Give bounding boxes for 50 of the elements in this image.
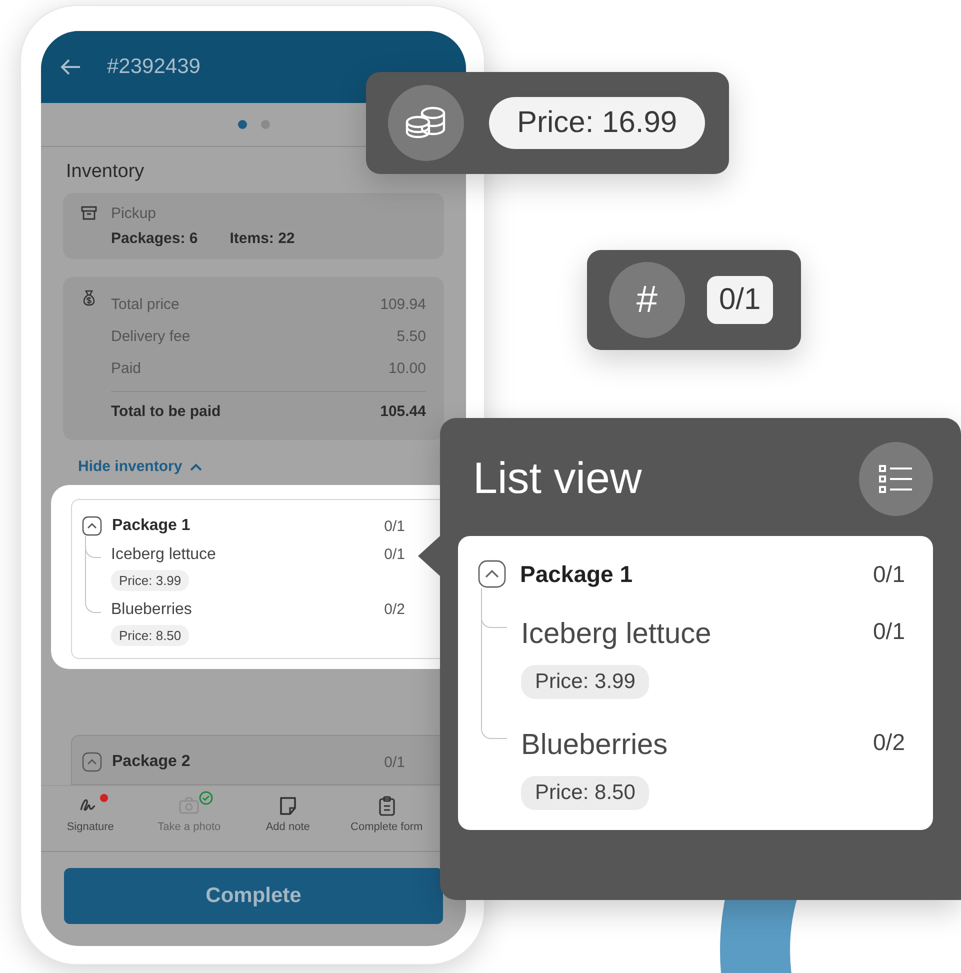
packages-count: Packages: 6 xyxy=(111,230,198,247)
item-count: 0/1 xyxy=(384,546,405,564)
item-name: Iceberg lettuce xyxy=(111,546,216,564)
total-label: Delivery fee xyxy=(111,327,190,347)
total-value: 10.00 xyxy=(388,359,426,379)
package-count: 0/1 xyxy=(384,754,405,770)
coins-drawing xyxy=(404,105,448,141)
money-bag-icon xyxy=(81,289,97,307)
page-indicator-dot[interactable] xyxy=(260,120,270,129)
section-title: Inventory xyxy=(65,160,146,184)
total-label: Total to be paid xyxy=(111,402,221,422)
total-value: 109.94 xyxy=(380,295,426,315)
chevron-up-icon[interactable] xyxy=(190,462,202,470)
package-name: Package 1 xyxy=(520,560,634,588)
total-label: Paid xyxy=(111,359,142,379)
item-count: 0/2 xyxy=(873,729,905,757)
item-name: Iceberg lettuce xyxy=(521,618,712,651)
box-icon xyxy=(81,205,97,221)
callout-title: List view xyxy=(473,454,642,504)
list-drawing xyxy=(879,464,913,494)
item-name: Blueberries xyxy=(111,601,192,619)
action-label[interactable]: Signature xyxy=(66,820,114,834)
price-tag: Price: 8.50 xyxy=(521,776,650,810)
collapse-icon[interactable] xyxy=(82,516,102,536)
action-label[interactable]: Complete form xyxy=(350,820,423,834)
order-number: #2392439 xyxy=(107,55,200,79)
price-tag: Price: 16.99 xyxy=(489,97,706,149)
total-label: Total price xyxy=(111,295,180,315)
item-count: 0/2 xyxy=(384,601,405,619)
page-indicator-dot[interactable] xyxy=(238,120,246,129)
price-tag: Price: 8.50 xyxy=(111,625,190,646)
hide-inventory-link[interactable]: Hide inventory xyxy=(78,458,182,475)
package-name: Package 2 xyxy=(112,753,192,771)
action-label[interactable]: Add note xyxy=(266,820,310,834)
total-value: 105.44 xyxy=(380,402,426,422)
item-count: 0/1 xyxy=(873,618,905,646)
price-tag: Price: 3.99 xyxy=(521,665,650,699)
collapse-icon[interactable] xyxy=(478,560,506,588)
complete-button[interactable]: Complete xyxy=(64,868,443,924)
total-value: 5.50 xyxy=(396,327,426,347)
price-tag: Price: 3.99 xyxy=(111,570,190,591)
items-count: Items: 22 xyxy=(230,230,295,247)
quantity-tag: 0/1 xyxy=(707,276,773,324)
package-count: 0/1 xyxy=(873,560,905,588)
package-count: 0/1 xyxy=(384,518,405,534)
item-name: Blueberries xyxy=(521,729,668,762)
back-arrow-icon[interactable] xyxy=(59,58,81,76)
hash-symbol: # xyxy=(609,262,685,338)
pickup-label: Pickup xyxy=(111,205,158,222)
package-name: Package 1 xyxy=(112,517,192,535)
